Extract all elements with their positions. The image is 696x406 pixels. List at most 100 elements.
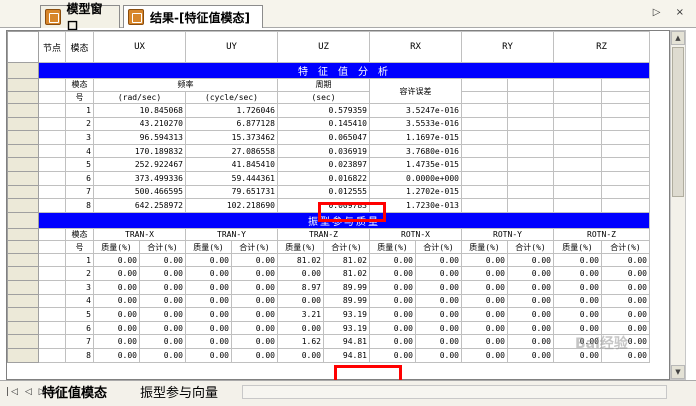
- row-header[interactable]: [7, 130, 39, 145]
- eig-mode-cell: 4: [65, 143, 94, 159]
- empty-cell: [601, 143, 650, 159]
- row-header[interactable]: [7, 211, 39, 229]
- sheet-tab-vector[interactable]: 振型参与向量: [136, 382, 222, 401]
- mass-mode-label: 模态: [65, 227, 94, 242]
- mass-row: 7 0.00 0.00 0.00 0.00 1.62 94.81 0.00 0.00 0.00 0.…: [7, 334, 650, 349]
- row-header[interactable]: [7, 116, 39, 132]
- row-header[interactable]: [7, 170, 39, 186]
- eig-cyc-cell: 102.218690: [185, 198, 278, 213]
- eig-table-body: 1 10.845068 1.726046 0.579359 3.5247e-016 2 43…: [7, 103, 650, 213]
- mass-value-cell: 0.00: [415, 334, 462, 349]
- row-header[interactable]: [7, 198, 39, 213]
- mass-value-cell: 0.00: [277, 347, 324, 363]
- mass-header-row-2: 号质量(%) 合计(%) 质量(%) 合计(%) 质量(%) 合计(%) 质量(%) 合计(%…: [7, 240, 650, 254]
- eig-rad-cell: 500.466595: [93, 184, 186, 200]
- sum-pct-label: 合计(%): [231, 240, 278, 254]
- mass-value-cell: 0.00: [93, 334, 140, 349]
- row-header[interactable]: [7, 279, 39, 295]
- mass-value-cell: 0.00: [185, 293, 232, 309]
- row-header[interactable]: [7, 143, 39, 159]
- eig-mode-cell: 6: [65, 170, 94, 186]
- sum-pct-label: 合计(%): [323, 240, 370, 254]
- eig-rad-cell: 252.922467: [93, 157, 186, 172]
- mass-row: 8 0.00 0.00 0.00 0.00 0.00 94.81 0.00 0.00 0.00 0.…: [7, 347, 650, 363]
- mass-value-cell: 0.00: [93, 252, 140, 268]
- empty-cell: [601, 198, 650, 213]
- row-header[interactable]: [7, 293, 39, 309]
- mass-mode-cell: 3: [65, 279, 94, 295]
- col-mode[interactable]: 模态: [65, 31, 94, 63]
- row-header[interactable]: [7, 240, 39, 254]
- mass-group-rotn-z: ROTN-Z: [553, 227, 650, 242]
- row-header[interactable]: [7, 307, 39, 322]
- row-header[interactable]: [7, 62, 39, 79]
- empty-cell: [601, 184, 650, 200]
- empty-cell: [461, 184, 508, 200]
- row-header[interactable]: [7, 90, 39, 104]
- horizontal-scrollbar[interactable]: [242, 385, 667, 399]
- mass-pct-label: 质量(%): [369, 240, 416, 254]
- eig-period-cell: 0.016822: [277, 170, 370, 186]
- row-header[interactable]: [7, 334, 39, 349]
- tab-result[interactable]: 结果-[特征值模态]: [123, 5, 263, 28]
- mass-value-cell: 0.00: [461, 347, 508, 363]
- mass-value-cell: 0.00: [369, 347, 416, 363]
- mass-mode-cell: 6: [65, 320, 94, 336]
- sheet-tab-eigen[interactable]: 特征值模态: [38, 382, 111, 401]
- mass-mode-cell: 7: [65, 334, 94, 349]
- eig-tol-cell: 3.5533e-016: [369, 116, 462, 132]
- sheet-tab-vector-label: 振型参与向量: [140, 385, 219, 401]
- row-header[interactable]: [7, 227, 39, 242]
- document-tab-bar: 模型窗口 结果-[特征值模态] ▷ ×: [0, 0, 696, 33]
- eig-tol-cell: 1.4735e-015: [369, 157, 462, 172]
- col-uy[interactable]: UY: [185, 31, 278, 63]
- mass-value-cell: 0.00: [93, 320, 140, 336]
- mass-value-cell: 0.00: [231, 347, 278, 363]
- eig-rad-unit: (rad/sec): [93, 90, 186, 104]
- mass-value-cell: 0.00: [415, 252, 462, 268]
- mass-value-cell: 0.00: [553, 266, 602, 281]
- col-ux[interactable]: UX: [93, 31, 186, 63]
- col-node[interactable]: 节点: [38, 31, 66, 63]
- mass-value-cell: 1.62: [277, 334, 324, 349]
- mass-value-cell: 0.00: [139, 347, 186, 363]
- row-header[interactable]: [7, 184, 39, 200]
- row-header[interactable]: [7, 252, 39, 268]
- col-rz[interactable]: RZ: [553, 31, 650, 63]
- watermark: Bai经验: [575, 336, 628, 352]
- row-header[interactable]: [7, 347, 39, 363]
- row-header[interactable]: [7, 78, 39, 92]
- mass-value-cell: 0.00: [415, 279, 462, 295]
- empty-cell: [461, 130, 508, 145]
- eig-mode-cell: 7: [65, 184, 94, 200]
- col-ry[interactable]: RY: [461, 31, 554, 63]
- eig-cyc-cell: 1.726046: [185, 103, 278, 118]
- scroll-up-icon[interactable]: ▲: [671, 31, 685, 45]
- row-header[interactable]: [7, 266, 39, 281]
- node-cell: [38, 170, 66, 186]
- col-rx[interactable]: RX: [369, 31, 462, 63]
- mass-value-cell: 0.00: [231, 293, 278, 309]
- tab-scroll-arrows[interactable]: ▷ ×: [653, 7, 690, 18]
- row-header[interactable]: [7, 320, 39, 336]
- sum-pct-label: 合计(%): [601, 240, 650, 254]
- mass-value-cell: 89.99: [323, 279, 370, 295]
- mass-table-body: 1 0.00 0.00 0.00 0.00 81.02 81.02 0.00 0.00 0.00 0…: [7, 252, 650, 363]
- scroll-down-icon[interactable]: ▼: [671, 365, 685, 379]
- col-uz[interactable]: UZ: [277, 31, 370, 63]
- tab-model-window[interactable]: 模型窗口: [40, 2, 120, 33]
- mass-value-cell: 0.00: [415, 307, 462, 322]
- mass-value-cell: 0.00: [461, 320, 508, 336]
- row-header[interactable]: [7, 103, 39, 118]
- mass-value-cell: 94.81: [323, 334, 370, 349]
- empty-cell: [461, 116, 508, 132]
- scroll-thumb[interactable]: [672, 47, 684, 197]
- mass-value-cell: 0.00: [369, 279, 416, 295]
- empty-cell: [507, 116, 554, 132]
- mass-value-cell: 0.00: [139, 293, 186, 309]
- mass-value-cell: 93.19: [323, 320, 370, 336]
- mass-value-cell: 0.00: [415, 347, 462, 363]
- row-header[interactable]: [7, 157, 39, 172]
- vertical-scrollbar[interactable]: ▲ ▼: [670, 30, 686, 380]
- result-icon: [128, 9, 144, 25]
